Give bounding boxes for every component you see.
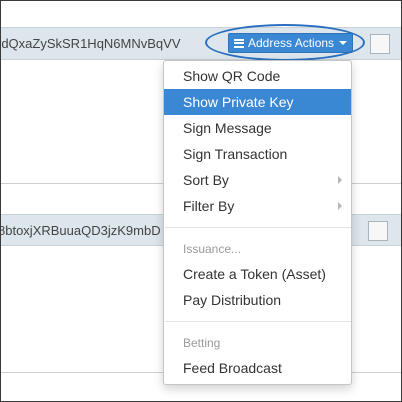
menu-item-label: Create a Token (Asset) (183, 266, 326, 282)
menu-item-label: Sign Message (183, 120, 272, 136)
menu-item-sign-transaction[interactable]: Sign Transaction (164, 141, 351, 167)
menu-item-show-qr-code[interactable]: Show QR Code (164, 63, 351, 89)
menu-item-label: Sign Transaction (183, 146, 288, 162)
menu-item-feed-broadcast[interactable]: Feed Broadcast (164, 355, 351, 381)
menu-item-label: Filter By (183, 198, 235, 214)
menu-header-issuance: Issuance... (183, 242, 242, 256)
menu-item-filter-by[interactable]: Filter By (164, 193, 351, 219)
address-select-checkbox[interactable] (370, 34, 390, 54)
menu-item-sign-message[interactable]: Sign Message (164, 115, 351, 141)
menu-item-sort-by[interactable]: Sort By (164, 167, 351, 193)
address-text: 8btoxjXRBuuaQD3jzK9mbD (0, 223, 161, 238)
menu-item-show-private-key[interactable]: Show Private Key (164, 89, 351, 115)
address-actions-button[interactable]: Address Actions (228, 33, 353, 53)
menu-item-label: Feed Broadcast (183, 360, 282, 376)
submenu-arrow-icon (338, 176, 342, 184)
menu-item-label: Show QR Code (183, 68, 281, 84)
menu-divider (165, 321, 351, 322)
hamburger-icon (234, 38, 244, 48)
menu-header-betting: Betting (183, 336, 221, 350)
menu-item-label: Show Private Key (183, 94, 294, 110)
menu-divider (165, 227, 351, 228)
address-select-checkbox[interactable] (368, 221, 388, 241)
menu-item-create-token[interactable]: Create a Token (Asset) (164, 261, 351, 287)
menu-item-label: Sort By (183, 172, 229, 188)
address-text: rdQxaZySkSR1HqN6MNvBqVV (0, 36, 181, 51)
menu-item-label: Pay Distribution (183, 292, 282, 308)
menu-item-pay-distribution[interactable]: Pay Distribution (164, 287, 351, 313)
address-actions-label: Address Actions (248, 36, 335, 50)
address-actions-menu: Show QR Code Show Private Key Sign Messa… (163, 60, 352, 385)
caret-down-icon (339, 41, 348, 45)
submenu-arrow-icon (338, 202, 342, 210)
